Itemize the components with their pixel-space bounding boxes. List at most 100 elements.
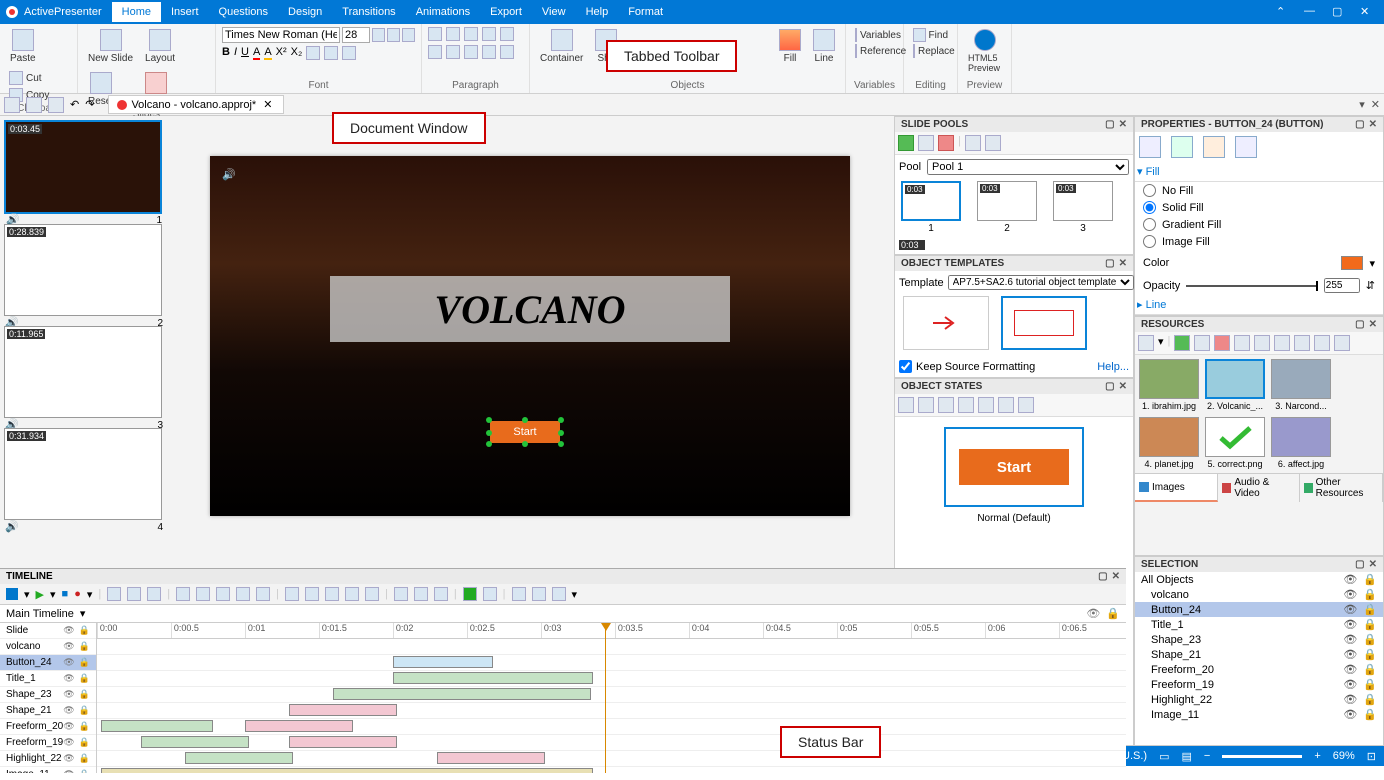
cc-icon[interactable] bbox=[463, 587, 477, 601]
panel-close-icon[interactable]: ✕ bbox=[1371, 98, 1380, 111]
tl-t4[interactable] bbox=[236, 587, 250, 601]
panel-float-icon[interactable]: ▢ bbox=[1105, 119, 1114, 130]
bullets-icon[interactable] bbox=[428, 27, 442, 41]
panel-close-icon[interactable]: ✕ bbox=[1119, 119, 1127, 130]
tab-questions[interactable]: Questions bbox=[209, 2, 279, 22]
minimize-icon[interactable]: — bbox=[1304, 5, 1318, 19]
tool1-icon[interactable] bbox=[965, 135, 981, 151]
delete-icon[interactable] bbox=[938, 135, 954, 151]
res-export-icon[interactable] bbox=[1234, 335, 1250, 351]
state-edit-icon[interactable] bbox=[898, 397, 914, 413]
fill-button[interactable]: Fill bbox=[775, 27, 805, 66]
selection-row[interactable]: Highlight_22👁🔒 bbox=[1135, 692, 1383, 707]
record-icon[interactable]: ● bbox=[74, 588, 81, 600]
resource-item[interactable]: 3. Narcond... bbox=[1271, 359, 1331, 411]
keep-source-checkbox[interactable] bbox=[899, 360, 912, 373]
lock-icon[interactable]: 🔒 bbox=[1363, 573, 1377, 586]
tab-home[interactable]: Home bbox=[112, 2, 161, 22]
add-icon[interactable] bbox=[898, 135, 914, 151]
timeline-row-label[interactable]: Slide👁🔒 bbox=[0, 623, 96, 639]
tab-other[interactable]: Other Resources bbox=[1300, 474, 1383, 502]
underline-button[interactable]: U bbox=[241, 46, 249, 60]
tab-insert[interactable]: Insert bbox=[161, 2, 209, 22]
res-t1-icon[interactable] bbox=[1294, 335, 1310, 351]
highlight-button[interactable]: A bbox=[264, 46, 271, 60]
pool-thumb-3[interactable]: 0:03 bbox=[1053, 181, 1113, 221]
timeline-track[interactable] bbox=[97, 735, 1126, 751]
zoom-in-button[interactable]: + bbox=[1314, 750, 1320, 762]
view-mode1-icon[interactable]: ▭ bbox=[1159, 750, 1169, 763]
line-section-label[interactable]: Line bbox=[1146, 299, 1167, 311]
pool-thumb-2[interactable]: 0:03 bbox=[977, 181, 1037, 221]
tl-t16[interactable] bbox=[532, 587, 546, 601]
timeline-track[interactable] bbox=[97, 719, 1126, 735]
timeline-row-label[interactable]: Button_24👁🔒 bbox=[0, 655, 96, 671]
qat-new-icon[interactable] bbox=[4, 97, 20, 113]
qat-save-icon[interactable] bbox=[48, 97, 64, 113]
tl-t15[interactable] bbox=[512, 587, 526, 601]
stop-icon[interactable]: ■ bbox=[62, 588, 69, 600]
timeline-track[interactable] bbox=[97, 671, 1126, 687]
tl-t12[interactable] bbox=[414, 587, 428, 601]
timeline-track[interactable] bbox=[97, 767, 1126, 773]
slide-thumb-4[interactable]: 0:31.934 🔊 4 bbox=[4, 428, 162, 520]
selection-row[interactable]: Shape_23👁🔒 bbox=[1135, 632, 1383, 647]
pool-thumb-1[interactable]: 0:03 bbox=[901, 181, 961, 221]
playhead[interactable] bbox=[605, 623, 606, 773]
selection-row[interactable]: Freeform_20👁🔒 bbox=[1135, 662, 1383, 677]
slide-thumb-3[interactable]: 0:11.965 🔊 3 bbox=[4, 326, 162, 418]
font-color-button[interactable]: A bbox=[253, 46, 260, 60]
audio-icon[interactable]: 🔊 bbox=[222, 168, 236, 181]
res-refresh-icon[interactable] bbox=[1334, 335, 1350, 351]
qat-open-icon[interactable] bbox=[26, 97, 42, 113]
timeline-row-label[interactable]: Freeform_19👁🔒 bbox=[0, 735, 96, 751]
variables-button[interactable]: Variables bbox=[852, 27, 897, 43]
tab-images[interactable]: Images bbox=[1135, 474, 1218, 502]
resource-item[interactable]: 6. affect.jpg bbox=[1271, 417, 1331, 469]
qat-undo-icon[interactable]: ↶ bbox=[70, 98, 79, 111]
timeline-track[interactable] bbox=[97, 703, 1126, 719]
font-size-select[interactable] bbox=[342, 27, 370, 43]
ribbon-collapse-icon[interactable]: ⌃ bbox=[1276, 5, 1290, 19]
timeline-row-label[interactable]: Title_1👁🔒 bbox=[0, 671, 96, 687]
align-right-icon[interactable] bbox=[464, 45, 478, 59]
increase-font-icon[interactable] bbox=[372, 28, 385, 42]
line-button[interactable]: Line bbox=[809, 27, 839, 66]
slide-canvas[interactable]: 🔊 VOLCANO Start bbox=[210, 156, 850, 516]
font-family-select[interactable] bbox=[222, 27, 340, 43]
zoom-in-icon[interactable] bbox=[127, 587, 141, 601]
selection-row[interactable]: volcano👁🔒 bbox=[1135, 587, 1383, 602]
main-timeline-label[interactable]: Main Timeline bbox=[6, 608, 74, 620]
tl-t8[interactable] bbox=[325, 587, 339, 601]
resource-item[interactable]: 2. Volcanic_... bbox=[1205, 359, 1265, 411]
tab-help[interactable]: Help bbox=[576, 2, 619, 22]
tl-t17[interactable] bbox=[552, 587, 566, 601]
res-info-icon[interactable] bbox=[1274, 335, 1290, 351]
tl-t7[interactable] bbox=[305, 587, 319, 601]
tl-lock-icon[interactable]: 🔒 bbox=[1106, 607, 1120, 620]
timeline-marker-icon[interactable] bbox=[6, 588, 18, 600]
tl-t5[interactable] bbox=[256, 587, 270, 601]
prop-style-icon[interactable] bbox=[1139, 136, 1161, 158]
bold-button[interactable]: B bbox=[222, 46, 230, 60]
title-shape[interactable]: VOLCANO bbox=[330, 276, 730, 342]
line-spacing-icon[interactable] bbox=[500, 27, 514, 41]
tl-t3[interactable] bbox=[216, 587, 230, 601]
res-view-icon[interactable] bbox=[1138, 335, 1154, 351]
visibility-icon[interactable]: 👁 bbox=[1343, 573, 1357, 586]
res-import-icon[interactable] bbox=[1194, 335, 1210, 351]
template-rect[interactable] bbox=[1001, 296, 1087, 350]
template-select[interactable]: AP7.5+SA2.6 tutorial object template bbox=[948, 275, 1134, 290]
indent-dec-icon[interactable] bbox=[464, 27, 478, 41]
selection-row[interactable]: Button_24👁🔒 bbox=[1135, 602, 1383, 617]
tl-t6[interactable] bbox=[285, 587, 299, 601]
font-extra1-icon[interactable] bbox=[306, 46, 320, 60]
resource-item[interactable]: 1. ibrahim.jpg bbox=[1139, 359, 1199, 411]
font-extra3-icon[interactable] bbox=[342, 46, 356, 60]
prop-effects-icon[interactable] bbox=[1203, 136, 1225, 158]
close-icon[interactable]: ✕ bbox=[1360, 5, 1374, 19]
tl-t1[interactable] bbox=[176, 587, 190, 601]
view-mode2-icon[interactable]: ▤ bbox=[1181, 750, 1191, 763]
timeline-row-label[interactable]: Shape_23👁🔒 bbox=[0, 687, 96, 703]
selection-all-objects[interactable]: All Objects👁🔒 bbox=[1135, 572, 1383, 587]
